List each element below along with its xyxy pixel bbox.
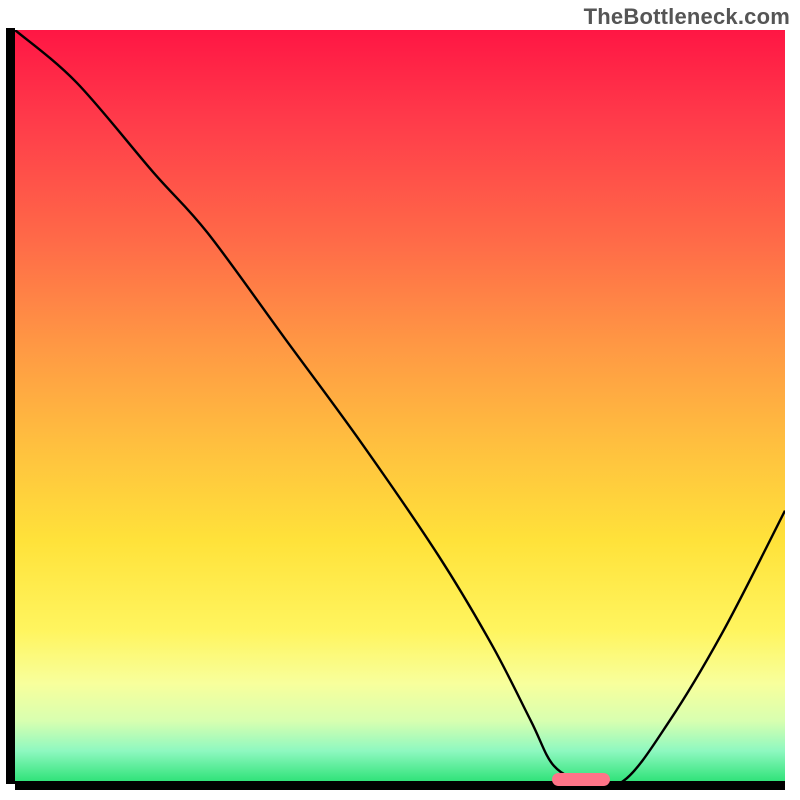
y-axis: [6, 28, 15, 784]
watermark-text: TheBottleneck.com: [584, 4, 790, 30]
optimal-range-marker: [552, 773, 610, 786]
chart-container: TheBottleneck.com: [0, 0, 800, 800]
x-axis: [15, 781, 785, 790]
bottleneck-curve: [15, 30, 785, 781]
